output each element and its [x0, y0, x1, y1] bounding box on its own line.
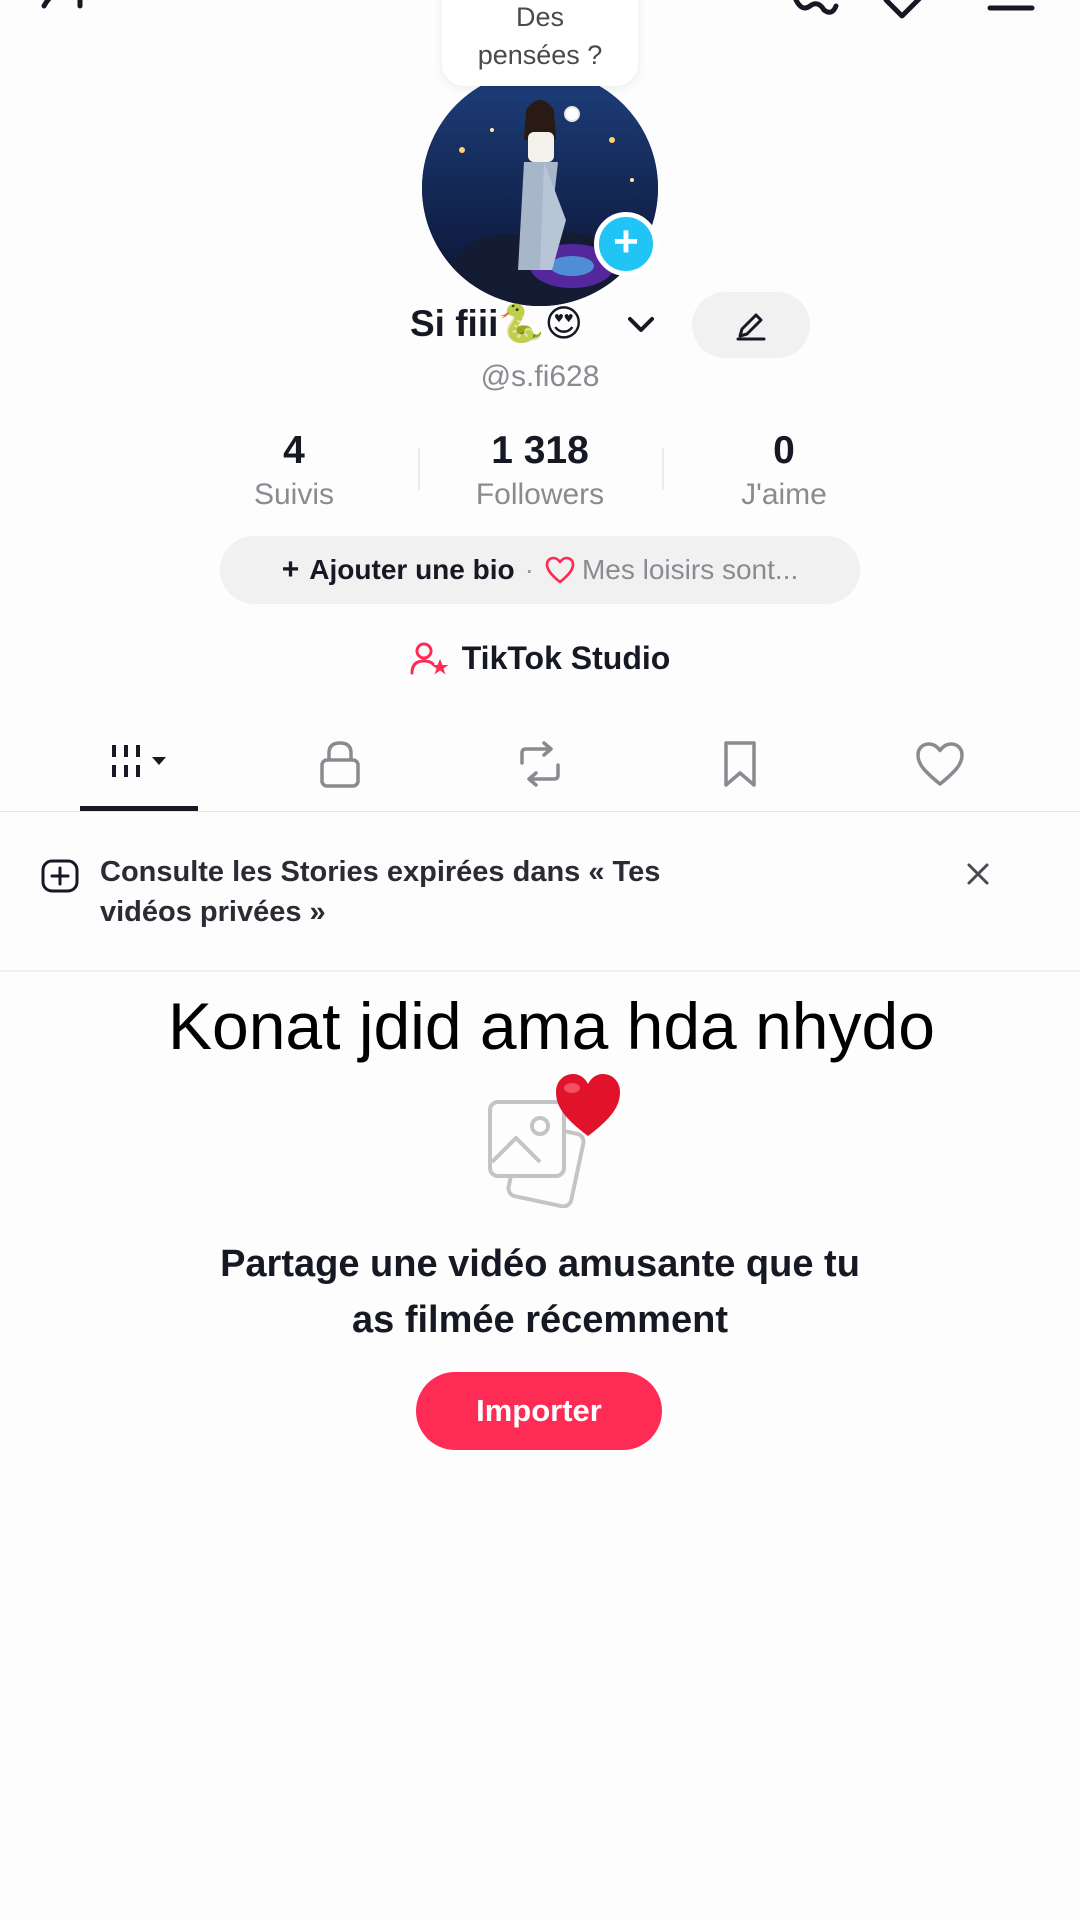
stat-likes-value: 0 — [773, 429, 795, 472]
stat-likes[interactable]: 0 J'aime — [664, 428, 904, 516]
tiktok-studio-link[interactable]: TikTok Studio — [0, 640, 1080, 677]
notice-line1: Consulte les Stories expirées dans « Tes — [100, 856, 661, 888]
heart-outline-icon — [545, 556, 575, 584]
lock-icon — [320, 741, 360, 788]
username: @s.fi628 — [480, 360, 600, 393]
add-bio-label: Ajouter une bio — [309, 554, 515, 585]
add-friend-icon[interactable] — [40, 0, 100, 18]
red-heart-emoji — [556, 1074, 620, 1136]
stat-following-value: 4 — [283, 429, 305, 472]
bookmark-icon — [724, 741, 756, 787]
studio-icon — [410, 642, 449, 674]
plus-icon: + — [281, 553, 300, 586]
heart-icon — [916, 742, 964, 786]
tab-liked[interactable] — [880, 732, 1000, 796]
thought-bubble[interactable]: Des pensées ? — [442, 0, 638, 86]
empty-state-title: Partage une vidéo amusante que tu as fil… — [0, 1236, 1080, 1348]
profile-tabs — [0, 732, 1080, 812]
empty-state-line1: Partage une vidéo amusante que tu — [220, 1243, 860, 1285]
thought-bubble-line2: pensées ? — [477, 40, 603, 70]
add-story-outline-icon — [41, 859, 79, 893]
thought-bubble-tail — [564, 106, 580, 122]
notice-divider — [0, 970, 1080, 972]
bio-separator: · — [524, 554, 534, 585]
chevron-down-icon[interactable] — [626, 312, 656, 336]
grid-icon — [112, 745, 166, 777]
import-button[interactable]: Importer — [416, 1372, 662, 1450]
stat-followers-label: Followers — [475, 478, 605, 511]
stat-following-label: Suivis — [253, 478, 335, 511]
pencil-icon — [736, 313, 766, 341]
empty-state-line2: as filmée récemment — [352, 1299, 728, 1341]
bio-hint: Mes loisirs sont... — [581, 554, 799, 585]
stat-following[interactable]: 4 Suivis — [174, 428, 414, 516]
tab-reposts[interactable] — [480, 732, 600, 796]
overlay-caption: Konat jdid ama hda nhydo — [168, 989, 935, 1063]
tab-private[interactable] — [280, 732, 400, 796]
display-name[interactable]: Si fiii🐍😍 — [410, 302, 583, 346]
stat-followers-value: 1 318 — [491, 429, 589, 472]
stat-likes-label: J'aime — [741, 478, 827, 511]
add-bio-button[interactable]: + Ajouter une bio · Mes loisirs sont... — [220, 536, 860, 604]
add-story-button[interactable]: + — [594, 212, 658, 276]
studio-label: TikTok Studio — [461, 640, 671, 676]
promote-icon[interactable] — [882, 0, 942, 20]
close-icon[interactable] — [960, 856, 996, 892]
tab-videos[interactable] — [80, 732, 200, 796]
notice-text: Consulte les Stories expirées dans « Tes… — [100, 852, 820, 932]
thought-bubble-line1: Des — [515, 2, 564, 32]
stat-followers[interactable]: 1 318 Followers — [420, 428, 660, 516]
notice-line2: vidéos privées » — [100, 896, 326, 928]
tabs-divider — [0, 811, 1080, 812]
edit-profile-button[interactable] — [692, 292, 810, 358]
creator-tools-icon[interactable] — [792, 0, 840, 18]
tab-favorites[interactable] — [680, 732, 800, 796]
menu-icon[interactable] — [986, 0, 1036, 14]
repost-icon — [520, 741, 560, 787]
